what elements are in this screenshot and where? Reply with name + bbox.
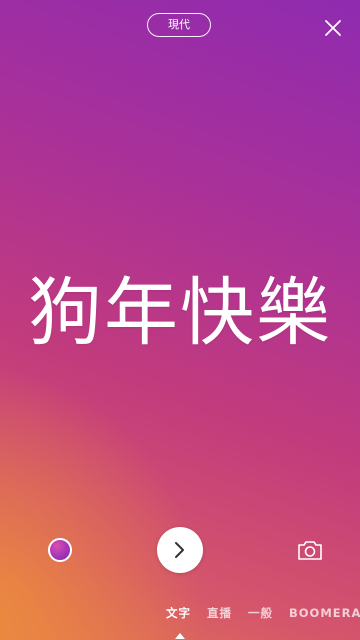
story-text[interactable]: 狗年快樂	[0, 268, 360, 358]
chevron-right-icon	[175, 542, 184, 558]
font-style-button[interactable]: 現代	[147, 13, 211, 37]
camera-icon	[298, 541, 322, 560]
mode-tab-normal[interactable]: 一般	[248, 604, 273, 622]
mode-selector: 文字 直播 一般 BOOMERANG	[0, 604, 360, 624]
close-icon	[325, 20, 341, 36]
active-mode-indicator	[175, 633, 185, 639]
next-button[interactable]	[157, 527, 203, 573]
mode-tab-text[interactable]: 文字	[166, 604, 191, 622]
mode-tab-live[interactable]: 直播	[207, 604, 232, 622]
color-picker-button[interactable]	[48, 538, 72, 562]
mode-tab-boomerang[interactable]: BOOMERANG	[289, 604, 360, 622]
camera-button[interactable]	[297, 538, 323, 562]
close-button[interactable]	[323, 18, 343, 38]
story-text-composer: 現代 狗年快樂 文字 直播 一般 BOOMERANG	[0, 0, 360, 640]
